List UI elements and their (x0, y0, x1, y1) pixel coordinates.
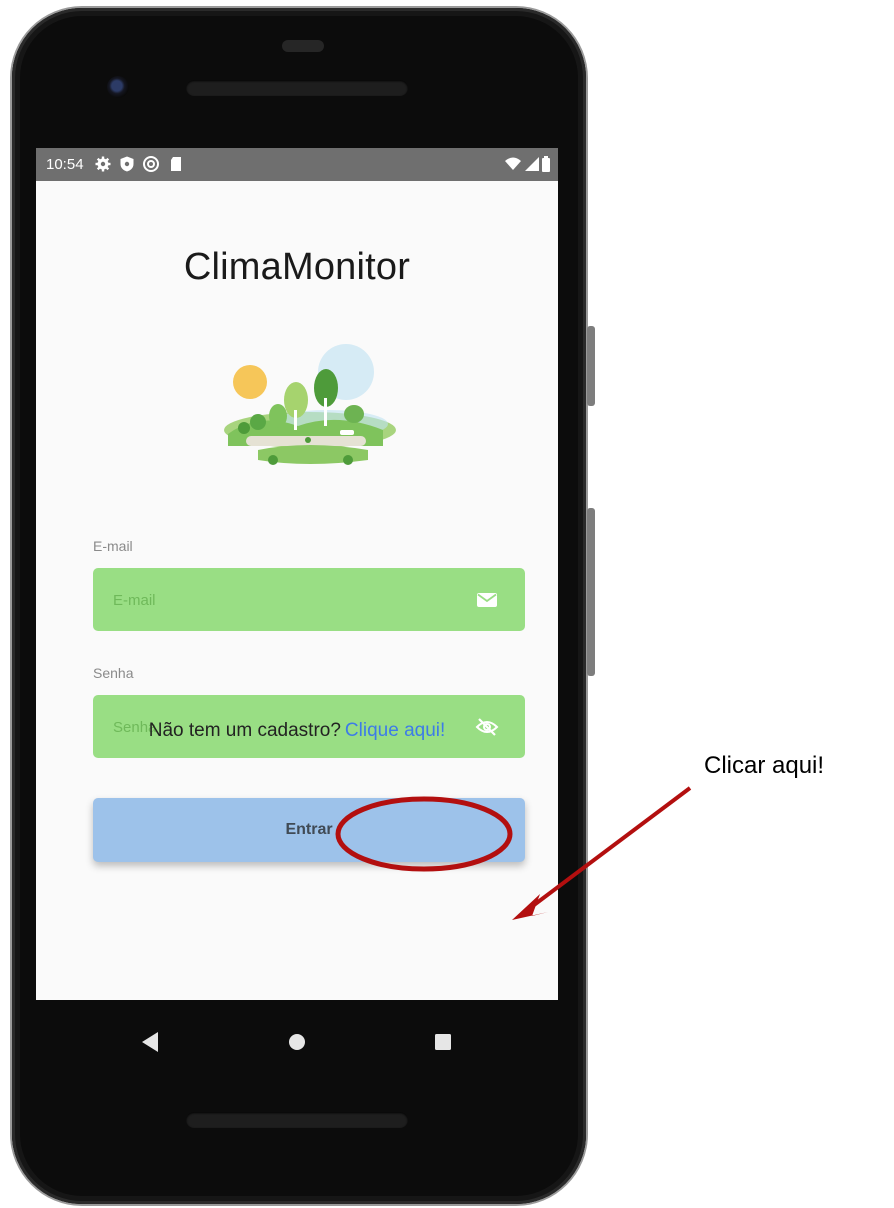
envelope-icon (477, 593, 497, 607)
signup-line: Não tem um cadastro? Clique aqui! (36, 720, 558, 742)
navigation-bar (36, 1000, 558, 1090)
power-button (587, 326, 595, 406)
app-screen: 10:54 ClimaMonitor E-mail E-mail Senha E… (36, 148, 558, 1000)
front-camera (107, 76, 129, 98)
back-icon[interactable] (136, 1028, 164, 1056)
earpiece (282, 40, 324, 52)
sd-card-icon (171, 157, 181, 171)
volume-button (587, 508, 595, 676)
status-bar: 10:54 (36, 148, 558, 181)
login-button[interactable]: Entrar (93, 798, 525, 862)
signal-icon (525, 157, 539, 171)
annotation-text: Clicar aqui! (704, 752, 825, 779)
signup-text: Não tem um cadastro? (148, 720, 341, 741)
at-sign-icon (143, 156, 159, 172)
signup-link[interactable]: Clique aqui! (345, 720, 445, 741)
email-field[interactable] (93, 568, 525, 633)
password-label: Senha (93, 665, 134, 681)
bottom-speaker-grille (186, 1112, 408, 1128)
top-speaker-grille (186, 80, 408, 96)
app-title: ClimaMonitor (183, 246, 411, 288)
email-input[interactable] (111, 568, 455, 633)
recents-icon[interactable] (429, 1028, 457, 1056)
phone-frame: 10:54 ClimaMonitor E-mail E-mail Senha E… (12, 8, 595, 1204)
settings-icon (95, 156, 111, 172)
status-time: 10:54 (46, 156, 84, 173)
wifi-icon (505, 157, 521, 170)
shield-icon (120, 156, 134, 172)
battery-icon (542, 156, 550, 172)
email-label: E-mail (93, 538, 133, 554)
home-icon[interactable] (283, 1028, 311, 1056)
park-landscape-illustration (224, 344, 396, 465)
